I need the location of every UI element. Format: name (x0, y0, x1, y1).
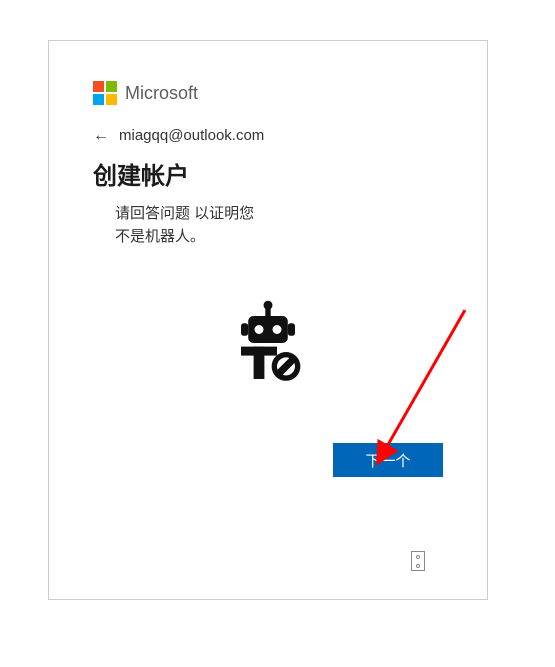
captcha-instruction: 请回答问题 以证明您 不是机器人。 (115, 203, 443, 248)
action-row: 下一个 (93, 443, 443, 477)
brand-logo-row: Microsoft (93, 81, 443, 105)
page-title: 创建帐户 (93, 156, 443, 191)
back-arrow-icon: ← (93, 128, 109, 144)
brand-name: Microsoft (125, 83, 198, 104)
next-button[interactable]: 下一个 (333, 443, 443, 477)
accessibility-icon[interactable] (411, 551, 425, 571)
signup-card: Microsoft ← miagqq@outlook.com 创建帐户 请回答问… (48, 40, 488, 600)
robot-illustration-wrap (93, 298, 443, 393)
identity-email: miagqq@outlook.com (119, 127, 264, 144)
back-identity-button[interactable]: ← miagqq@outlook.com (93, 127, 443, 144)
microsoft-logo-icon (93, 81, 117, 105)
instruction-line-2: 不是机器人。 (115, 228, 205, 245)
no-robot-icon (223, 298, 313, 393)
instruction-line-1: 请回答问题 以证明您 (115, 205, 254, 222)
